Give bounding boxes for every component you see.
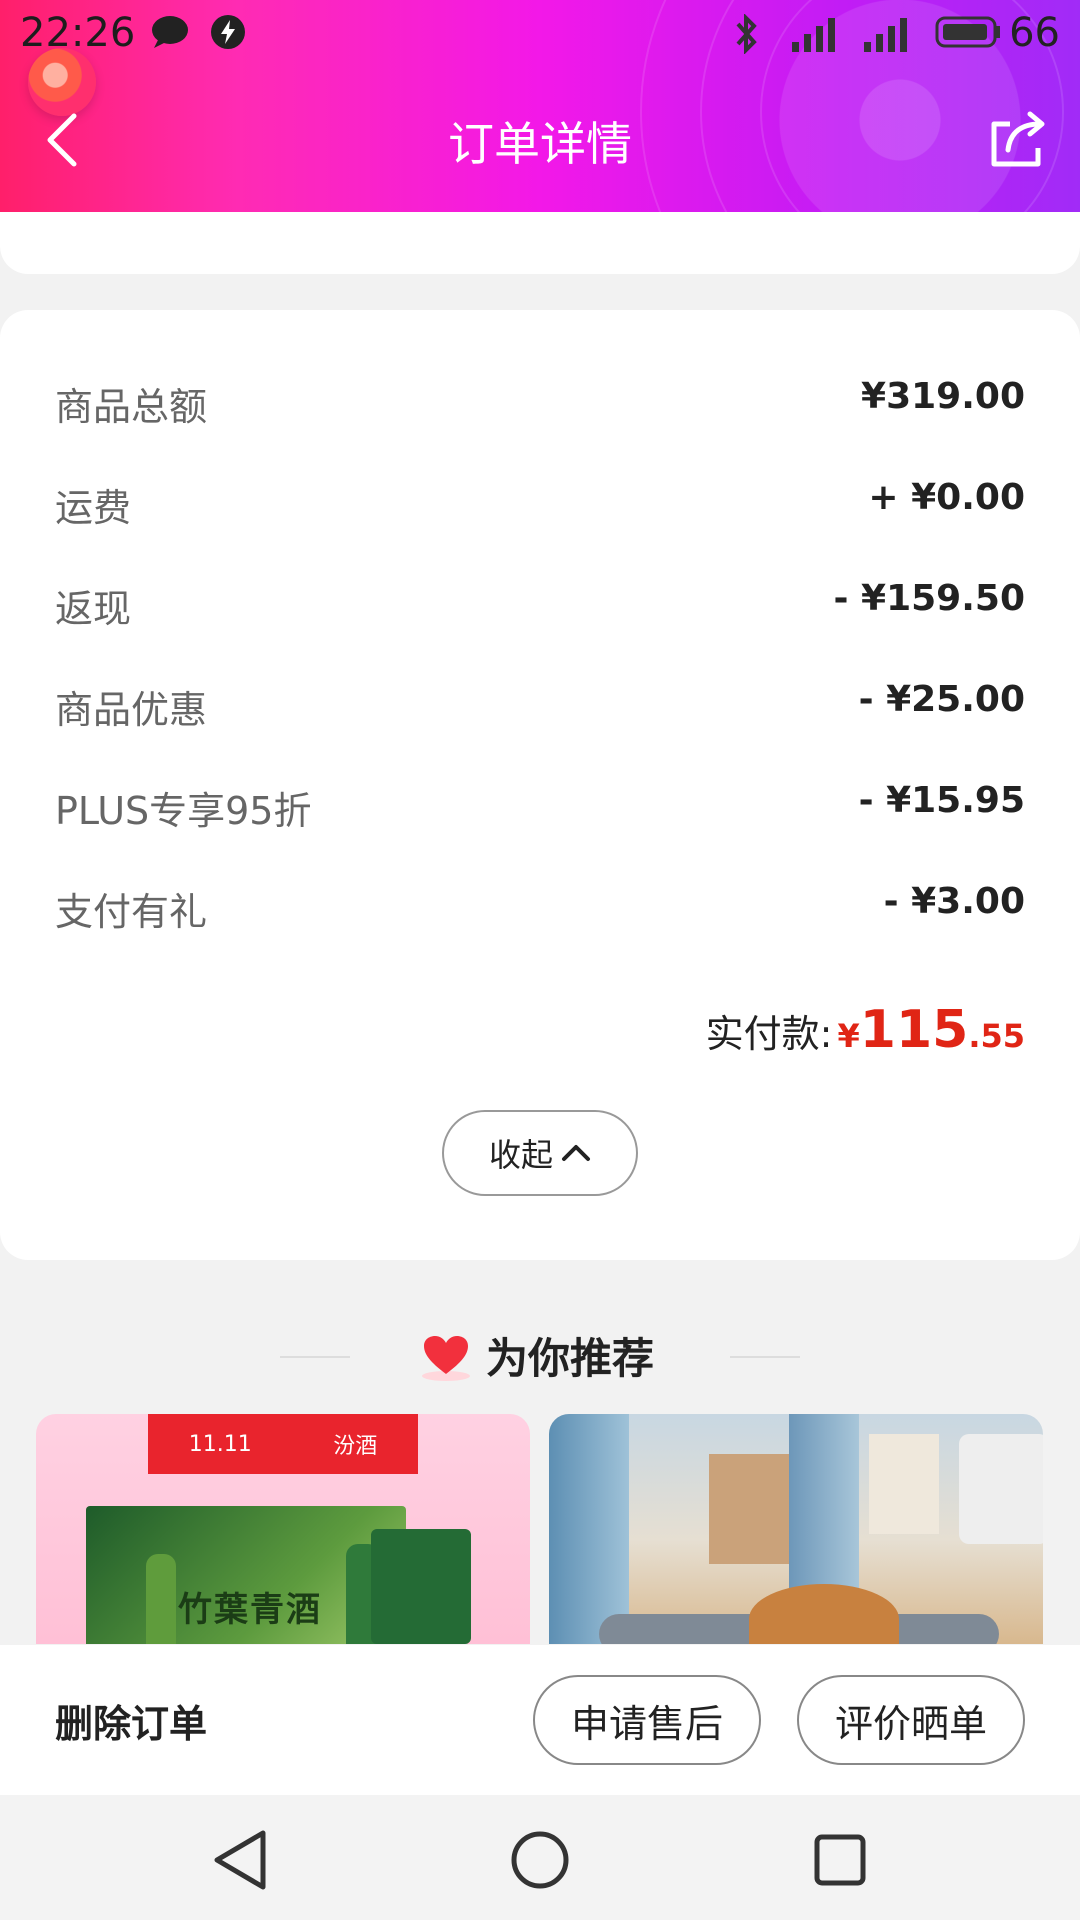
after-sales-label: 申请售后 [570,1701,723,1746]
share-button[interactable] [984,106,1050,172]
summary-row: 支付有礼 - ¥3.00 [55,881,1025,941]
status-time: 22:26 [20,10,136,56]
curtain-image [549,1414,629,1644]
signal-4g-icon [860,14,916,63]
summary-label: 运费 [55,486,132,530]
summary-label: 商品优惠 [55,688,208,732]
home-circle-icon[interactable] [505,1825,575,1895]
bluetooth-icon [730,13,764,63]
tin-image [371,1529,471,1644]
paid-integer: 115 [859,1000,969,1060]
summary-value: - ¥15.95 [858,780,1025,821]
signal-icon [790,14,842,63]
brand-label: 汾酒 [333,1434,378,1459]
review-label: 评价晒单 [834,1701,987,1746]
system-nav-bar [0,1795,1080,1920]
bottle-image [146,1554,176,1644]
promo-label: 11.11 [188,1431,252,1457]
recommend-title: 为你推荐 [0,1325,1080,1385]
collapse-label: 收起 [488,1136,553,1174]
after-sales-button[interactable]: 申请售后 [533,1675,761,1765]
summary-row: PLUS专享95折 - ¥15.95 [55,780,1025,840]
summary-row: 返现 - ¥159.50 [55,578,1025,638]
summary-label: PLUS专享95折 [55,789,312,833]
back-triangle-icon[interactable] [205,1825,275,1895]
floating-ball-icon[interactable] [28,48,96,116]
share-icon [991,111,1045,167]
summary-row: 商品总额 ¥319.00 [55,376,1025,436]
summary-row: 商品优惠 - ¥25.00 [55,679,1025,739]
product-card[interactable] [549,1414,1043,1644]
header: 22:26 66 订单详情 [0,0,1080,212]
page-title: 订单详情 [448,117,632,171]
summary-label: 商品总额 [55,385,208,429]
product-name: 竹葉青酒 [178,1590,322,1630]
recommend-title-text: 为你推荐 [485,1334,654,1383]
summary-value: - ¥3.00 [883,881,1025,922]
chat-bubble-icon [150,14,190,59]
status-bar: 22:26 66 [0,0,1080,70]
summary-row: 运费 + ¥0.00 [55,477,1025,537]
price-summary-card: 商品总额 ¥319.00 运费 + ¥0.00 返现 - ¥159.50 商品优… [0,310,1080,1260]
paid-label: 实付款: [705,1012,833,1056]
battery-icon [935,14,1001,59]
summary-value: - ¥25.00 [858,679,1025,720]
summary-value: - ¥159.50 [833,578,1025,619]
chair-image [959,1434,1043,1544]
product-card[interactable]: 11.11 汾酒 竹葉青酒 [36,1414,530,1644]
paid-currency: ¥ [837,1017,860,1055]
battery-level: 66 [1009,10,1060,56]
delete-order-button[interactable]: 删除订单 [55,1693,207,1748]
collapse-button[interactable]: 收起 [442,1110,638,1196]
action-bar: 删除订单 申请售后 评价晒单 [0,1645,1080,1795]
box-image [709,1454,789,1564]
bolt-badge-icon [210,14,246,59]
box-image [869,1434,939,1534]
order-info-card [0,212,1080,274]
review-button[interactable]: 评价晒单 [797,1675,1025,1765]
summary-value: + ¥0.00 [868,477,1025,518]
promo-banner: 11.11 汾酒 [148,1414,418,1474]
chevron-up-icon [562,1145,590,1161]
paid-amount: 实付款: ¥115.55 [706,1000,1025,1060]
dog-image [749,1584,899,1644]
summary-label: 返现 [55,587,132,631]
paid-decimal: .55 [968,1017,1025,1055]
summary-value: ¥319.00 [861,376,1025,417]
recents-square-icon[interactable] [805,1825,875,1895]
summary-label: 支付有礼 [55,890,208,934]
